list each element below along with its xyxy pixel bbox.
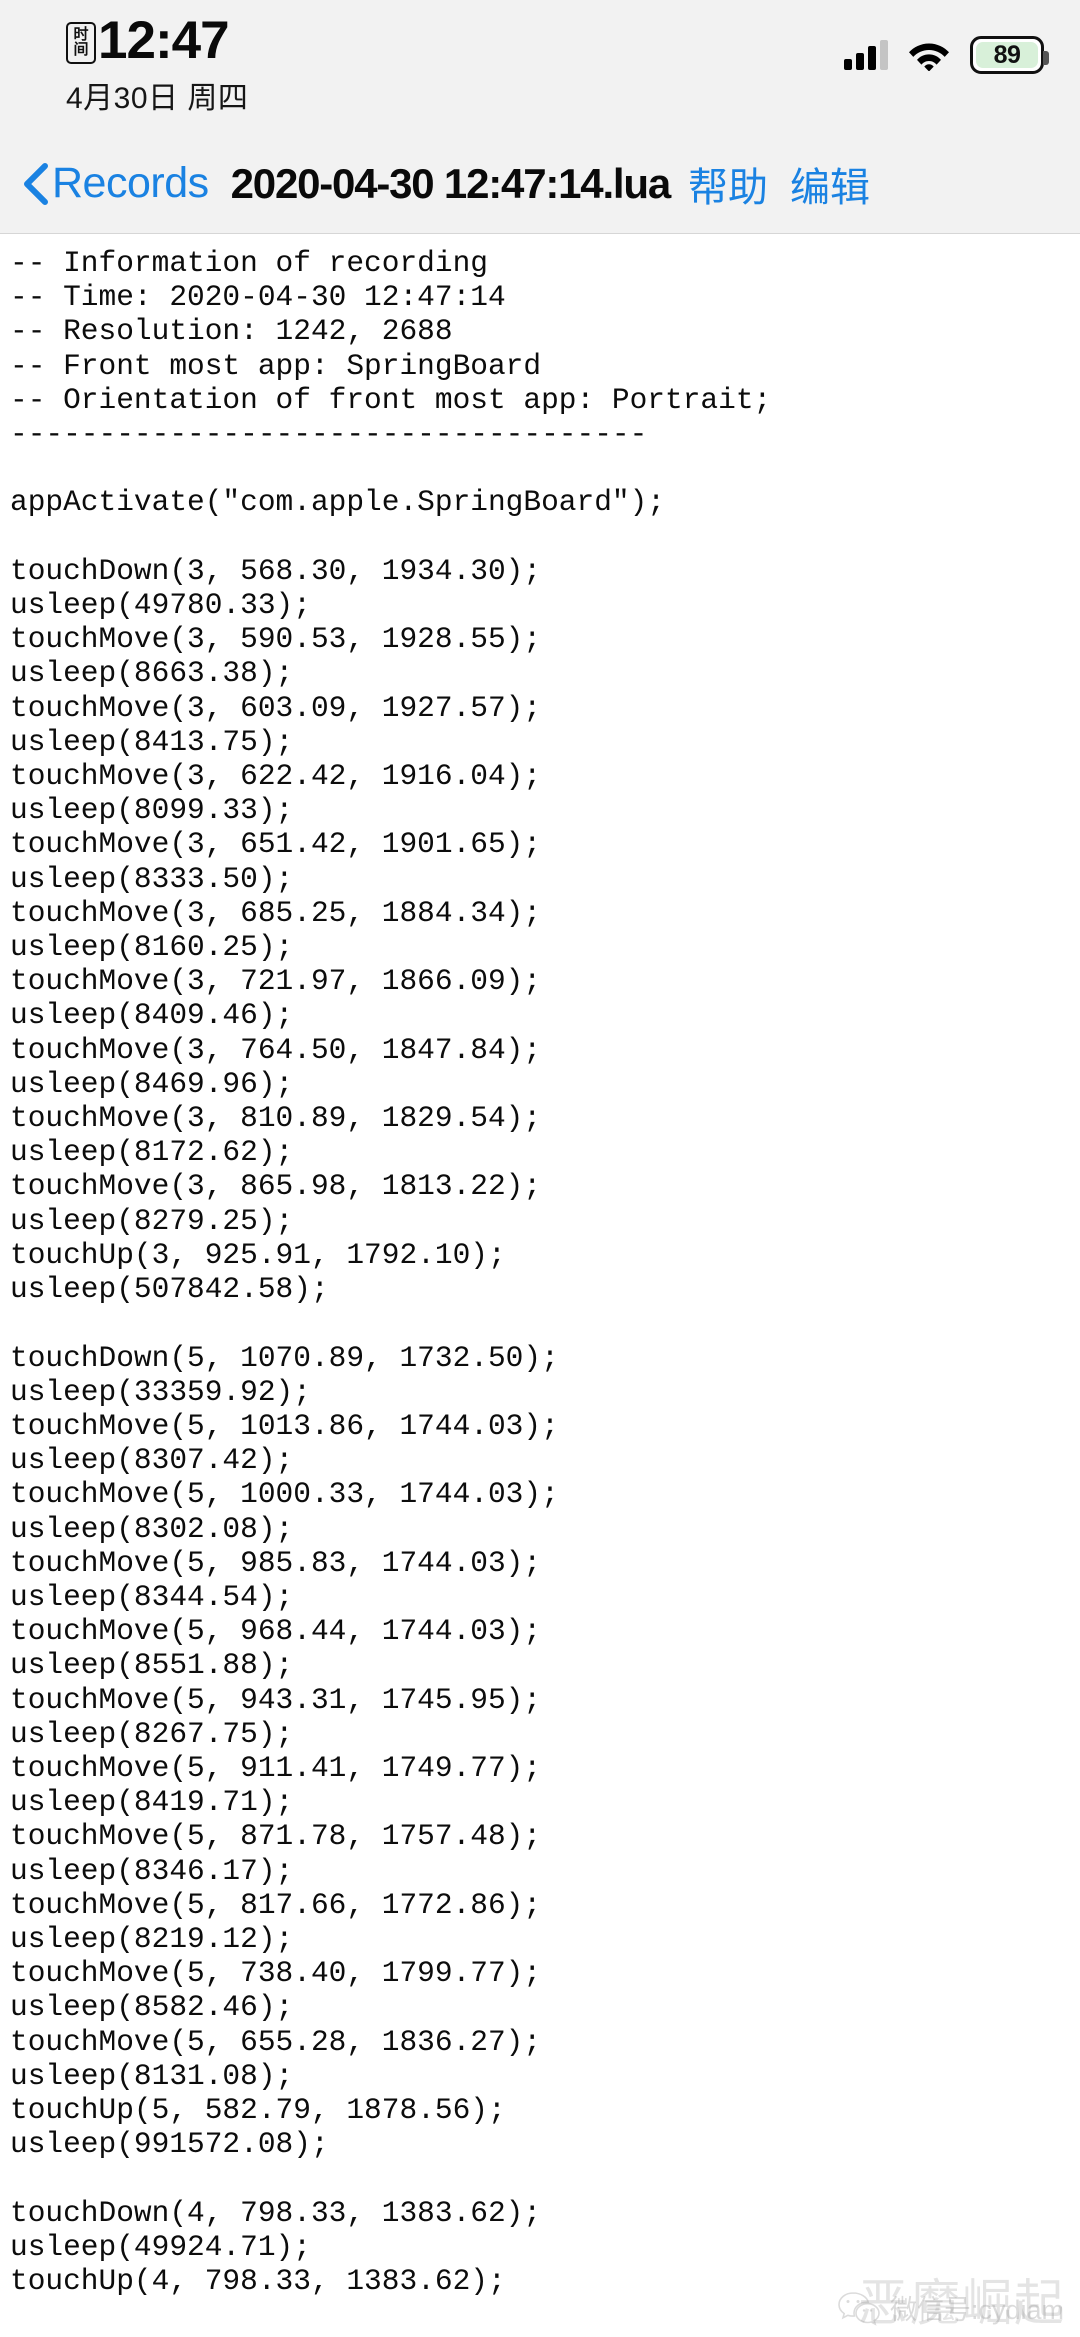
back-button-label: Records [52,159,209,207]
back-button[interactable]: Records [22,159,209,208]
clock-row: 时 间 12:47 [66,11,230,70]
status-bar-right: 89 [844,36,1049,74]
time-label-badge-icon: 时 间 [66,21,96,64]
time-badge-bottom-char: 间 [73,40,89,58]
cellular-signal-icon [844,40,888,70]
phone-screen: 时 间 12:47 4月30日 周四 89 Records 2020-04-30… [0,0,1080,2337]
status-bar-left: 时 间 12:47 4月30日 周四 [66,14,248,117]
status-bar-time: 12:47 [98,11,230,70]
battery-level-text: 89 [993,40,1021,69]
nav-actions: 帮助 编辑 [688,155,870,213]
edit-button[interactable]: 编辑 [790,155,870,213]
help-button[interactable]: 帮助 [688,155,768,213]
wifi-icon [909,43,949,71]
status-bar-date: 4月30日 周四 [66,82,249,115]
lua-script-content[interactable]: -- Information of recording -- Time: 202… [10,246,1080,2298]
navigation-bar: Records 2020-04-30 12:47:14.lua 帮助 编辑 [0,134,1080,234]
battery-cap-icon [1043,51,1049,65]
page-title: 2020-04-30 12:47:14.lua [230,159,672,207]
lua-script-viewer[interactable]: -- Information of recording -- Time: 202… [0,234,1080,2337]
chevron-left-icon [24,162,48,205]
battery-indicator: 89 [970,36,1049,74]
status-bar: 时 间 12:47 4月30日 周四 89 [0,0,1080,134]
